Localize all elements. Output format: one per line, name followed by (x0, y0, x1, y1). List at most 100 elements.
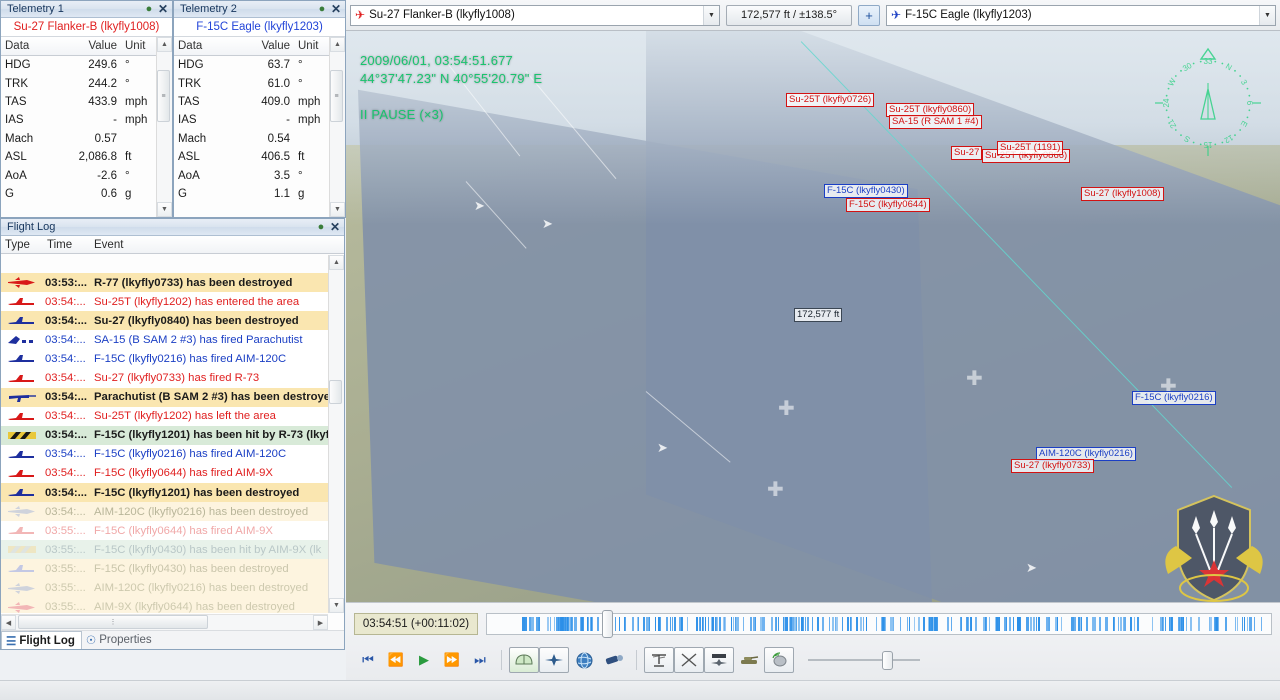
scroll-thumb[interactable]: ⋮ (18, 615, 208, 629)
skip-end-button[interactable]: ⏭ (466, 647, 494, 673)
radar-view-button[interactable] (764, 647, 794, 673)
flight-log-row[interactable]: 03:54:... F-15C (lkyfly1201) has been hit… (1, 425, 328, 445)
zoom-slider[interactable] (808, 647, 920, 673)
pin-icon[interactable]: ● (314, 220, 328, 234)
flyby-view-button[interactable] (704, 647, 734, 673)
telemetry-row[interactable]: TRK 61.0 ° (174, 74, 345, 92)
object-label[interactable]: Su-27 (lkyfly1008) (1081, 187, 1164, 201)
object-label[interactable]: F-15C (lkyfly0216) (1132, 391, 1216, 405)
zoom-thumb[interactable] (882, 651, 893, 670)
timeline-event-mark (525, 617, 527, 631)
timeline-event-mark (559, 617, 562, 631)
tab-properties[interactable]: ☉ Properties (82, 631, 158, 649)
scroll-thumb[interactable] (329, 380, 342, 404)
flight-log-row[interactable]: 03:54:... Su-25T (lkyfly1202) has left th… (1, 406, 328, 426)
telemetry-row[interactable]: AoA 3.5 ° (174, 166, 345, 184)
telemetry-row[interactable]: TAS 433.9 mph (1, 93, 172, 111)
flight-log-row[interactable]: 03:54:... SA-15 (B SAM 2 #3) has fired Pa… (1, 330, 328, 350)
scroll-down-icon[interactable]: ▼ (157, 202, 172, 217)
object-label[interactable]: Su-25T (lkyfly0726) (786, 93, 875, 107)
skip-start-button[interactable]: ⏮ (354, 647, 382, 673)
scroll-up-icon[interactable]: ▲ (329, 255, 344, 270)
flight-log-row[interactable]: 03:54:... Parachutist (B SAM 2 #3) has be… (1, 387, 328, 407)
flight-log-row[interactable]: 03:54:... F-15C (lkyfly1201) has been des… (1, 483, 328, 503)
telemetry-row[interactable]: Mach 0.57 (1, 130, 172, 148)
flight-log-row[interactable]: 03:54:... Su-27 (lkyfly0840) has been des… (1, 311, 328, 331)
ground-unit-button[interactable] (734, 647, 764, 673)
scroll-thumb[interactable]: ≡ (157, 70, 170, 122)
telemetry-row[interactable]: ASL 406.5 ft (174, 148, 345, 166)
chevron-down-icon[interactable]: ▼ (1259, 5, 1275, 25)
distance-bearing-readout[interactable]: 172,577 ft / ±138.5° (726, 4, 852, 26)
padlock-view-button[interactable] (674, 647, 704, 673)
object-label[interactable]: Su-27 (lkyfly0733) (1011, 459, 1094, 473)
flight-log-row[interactable]: 03:54:... Su-25T (lkyfly1202) has entered… (1, 292, 328, 312)
scroll-up-icon[interactable]: ▲ (157, 37, 172, 52)
timeline-scrubber[interactable] (486, 610, 1272, 638)
object-label[interactable]: Su-25T (1191) (997, 141, 1064, 155)
flight-log-row[interactable]: 03:53:... R-77 (lkyfly0733) has been dest… (1, 273, 328, 293)
telemetry-row[interactable]: G 1.1 g (174, 185, 345, 203)
object-label[interactable]: F-15C (lkyfly0644) (846, 198, 930, 212)
tab-flight-log[interactable]: ☰ Flight Log (1, 631, 82, 649)
telemetry-row[interactable]: ASL 2,086.8 ft (1, 148, 172, 166)
flight-log-row[interactable]: 03:55:... F-15C (lkyfly0644) has fired AI… (1, 521, 328, 541)
object-label[interactable]: SA-15 (R SAM 1 #4) (889, 115, 982, 129)
flight-log-row[interactable]: 03:54:... Su-27 (lkyfly0733) has fired R-… (1, 368, 328, 388)
binoculars-button[interactable] (599, 647, 629, 673)
scroll-track[interactable]: ≡ (157, 52, 172, 202)
telemetry-row[interactable]: G 0.6 g (1, 185, 172, 203)
cockpit-view-button[interactable] (509, 647, 539, 673)
globe-view-button[interactable] (569, 647, 599, 673)
add-object-button[interactable]: + (858, 4, 880, 26)
flight-log-row[interactable]: 03:55:... AIM-9X (lkyfly0644) has been de… (1, 597, 328, 613)
scroll-thumb[interactable]: ≡ (330, 70, 343, 122)
fast-forward-button[interactable]: ⏩ (438, 647, 466, 673)
scroll-left-icon[interactable]: ◀ (1, 615, 16, 630)
timeline-thumb[interactable] (602, 610, 613, 638)
scroll-track[interactable]: ⋮ (16, 615, 313, 630)
flight-log-row[interactable]: 03:55:... F-15C (lkyfly0430) has been hit… (1, 540, 328, 560)
scroll-right-icon[interactable]: ▶ (313, 615, 328, 630)
pin-icon[interactable]: ● (142, 2, 156, 16)
close-icon[interactable]: ✕ (156, 2, 170, 16)
timeline-event-mark (788, 617, 791, 631)
pin-icon[interactable]: ● (315, 2, 329, 16)
flight-log-entries[interactable]: 03:53:... R-77 (lkyfly0733) has been dest… (1, 273, 328, 613)
telemetry-row[interactable]: IAS - mph (1, 111, 172, 129)
scroll-track[interactable] (329, 270, 344, 598)
telemetry-row[interactable]: TRK 244.2 ° (1, 74, 172, 92)
telemetry-row[interactable]: AoA -2.6 ° (1, 166, 172, 184)
flight-log-row[interactable]: 03:54:... AIM-120C (lkyfly0216) has been … (1, 502, 328, 522)
chevron-down-icon[interactable]: ▼ (703, 5, 719, 25)
scroll-up-icon[interactable]: ▲ (330, 37, 345, 52)
telemetry-2-scrollbar[interactable]: ▲ ≡ ▼ (329, 37, 345, 217)
scroll-track[interactable]: ≡ (330, 52, 345, 202)
flight-log-vscrollbar[interactable]: ▲ ▼ (328, 255, 344, 613)
tower-view-button[interactable] (644, 647, 674, 673)
scroll-down-icon[interactable]: ▼ (329, 598, 344, 613)
rewind-button[interactable]: ⏪ (382, 647, 410, 673)
object-label[interactable]: F-15C (lkyfly0430) (824, 184, 908, 198)
flight-log-row[interactable]: 03:55:... AIM-120C (lkyfly0216) has been … (1, 578, 328, 598)
chase-view-button[interactable] (539, 647, 569, 673)
flight-log-row[interactable]: 03:55:... F-15C (lkyfly0430) has been des… (1, 559, 328, 579)
close-icon[interactable]: ✕ (328, 220, 342, 234)
scroll-down-icon[interactable]: ▼ (330, 202, 345, 217)
telemetry-row[interactable]: Mach 0.54 (174, 130, 345, 148)
flight-log-row[interactable]: 03:54:... F-15C (lkyfly0216) has fired AI… (1, 444, 328, 464)
telemetry-row[interactable]: TAS 409.0 mph (174, 93, 345, 111)
telemetry-1-scrollbar[interactable]: ▲ ≡ ▼ (156, 37, 172, 217)
close-icon[interactable]: ✕ (329, 2, 343, 16)
telemetry-row[interactable]: HDG 63.7 ° (174, 56, 345, 74)
play-button[interactable]: ▶ (410, 647, 438, 673)
flight-log-row[interactable]: 03:54:... F-15C (lkyfly0216) has fired AI… (1, 349, 328, 369)
primary-object-combobox[interactable]: ✈ Su-27 Flanker-B (lkyfly1008) ▼ (350, 4, 720, 26)
secondary-object-combobox[interactable]: ✈ F-15C Eagle (lkyfly1203) ▼ (886, 4, 1276, 26)
flight-log-hscrollbar[interactable]: ◀ ⋮ ▶ (1, 614, 328, 630)
3d-viewport[interactable]: ➤ ➤ ➤ ➤ ➤ ✚ ✚ ✚ ✚ 2009/06/01, 03:54:51.6… (346, 31, 1280, 602)
telemetry-row[interactable]: IAS - mph (174, 111, 345, 129)
flight-log-row[interactable]: 03:54:... F-15C (lkyfly0644) has fired AI… (1, 463, 328, 484)
object-label[interactable]: Su-27 (951, 146, 983, 160)
telemetry-row[interactable]: HDG 249.6 ° (1, 56, 172, 74)
